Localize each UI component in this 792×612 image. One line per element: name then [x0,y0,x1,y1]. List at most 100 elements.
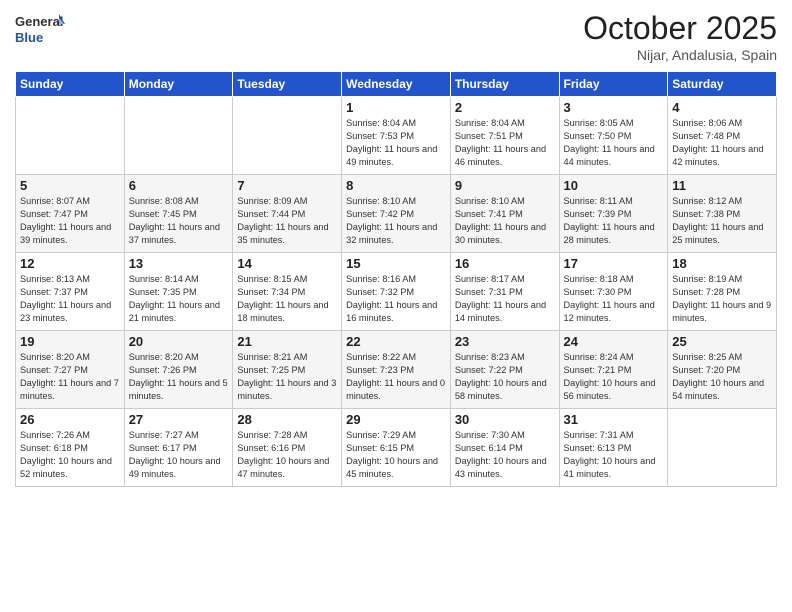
day-info-line: Sunset: 7:39 PM [564,208,664,221]
day-info-line: Sunrise: 8:15 AM [237,273,337,286]
day-number: 8 [346,178,446,193]
table-row: 23Sunrise: 8:23 AMSunset: 7:22 PMDayligh… [450,331,559,409]
day-info-line: Sunrise: 7:28 AM [237,429,337,442]
day-info-line: Sunrise: 8:05 AM [564,117,664,130]
day-info-line: Sunrise: 8:13 AM [20,273,120,286]
day-info-line: Daylight: 10 hours and 52 minutes. [20,455,120,481]
day-info: Sunrise: 8:05 AMSunset: 7:50 PMDaylight:… [564,117,664,169]
day-info-line: Daylight: 11 hours and 5 minutes. [129,377,229,403]
day-info-line: Sunset: 7:22 PM [455,364,555,377]
day-info: Sunrise: 8:11 AMSunset: 7:39 PMDaylight:… [564,195,664,247]
table-row: 17Sunrise: 8:18 AMSunset: 7:30 PMDayligh… [559,253,668,331]
table-row: 9Sunrise: 8:10 AMSunset: 7:41 PMDaylight… [450,175,559,253]
day-info: Sunrise: 8:10 AMSunset: 7:41 PMDaylight:… [455,195,555,247]
calendar-week-1: 1Sunrise: 8:04 AMSunset: 7:53 PMDaylight… [16,97,777,175]
day-number: 10 [564,178,664,193]
day-info-line: Daylight: 11 hours and 0 minutes. [346,377,446,403]
table-row: 13Sunrise: 8:14 AMSunset: 7:35 PMDayligh… [124,253,233,331]
day-info-line: Sunset: 7:42 PM [346,208,446,221]
day-info-line: Daylight: 11 hours and 46 minutes. [455,143,555,169]
day-info-line: Sunrise: 8:10 AM [455,195,555,208]
day-info-line: Sunrise: 8:08 AM [129,195,229,208]
day-info-line: Sunrise: 8:14 AM [129,273,229,286]
day-info-line: Sunrise: 7:27 AM [129,429,229,442]
table-row: 18Sunrise: 8:19 AMSunset: 7:28 PMDayligh… [668,253,777,331]
calendar-header-row: Sunday Monday Tuesday Wednesday Thursday… [16,72,777,97]
day-info-line: Sunset: 7:53 PM [346,130,446,143]
day-info: Sunrise: 8:15 AMSunset: 7:34 PMDaylight:… [237,273,337,325]
day-number: 6 [129,178,229,193]
day-number: 7 [237,178,337,193]
day-info-line: Sunset: 7:20 PM [672,364,772,377]
calendar-week-4: 19Sunrise: 8:20 AMSunset: 7:27 PMDayligh… [16,331,777,409]
day-info-line: Sunset: 7:31 PM [455,286,555,299]
day-info: Sunrise: 7:26 AMSunset: 6:18 PMDaylight:… [20,429,120,481]
day-info: Sunrise: 8:19 AMSunset: 7:28 PMDaylight:… [672,273,772,325]
table-row: 10 Sunrise: 8:11 AMSunset: 7:39 PMDayligh… [559,175,668,253]
day-info: Sunrise: 7:31 AMSunset: 6:13 PMDaylight:… [564,429,664,481]
day-info-line: Sunset: 6:16 PM [237,442,337,455]
day-info-line: Daylight: 11 hours and 32 minutes. [346,221,446,247]
day-info-line: Sunset: 7:48 PM [672,130,772,143]
day-info: Sunrise: 8:10 AMSunset: 7:42 PMDaylight:… [346,195,446,247]
day-info: Sunrise: 8:17 AMSunset: 7:31 PMDaylight:… [455,273,555,325]
day-info-line: Daylight: 11 hours and 35 minutes. [237,221,337,247]
day-info-line: Sunset: 7:44 PM [237,208,337,221]
calendar-table: Sunday Monday Tuesday Wednesday Thursday… [15,71,777,487]
header-friday: Friday [559,72,668,97]
day-number: 30 [455,412,555,427]
day-info-line: Daylight: 11 hours and 49 minutes. [346,143,446,169]
table-row: 4 Sunrise: 8:06 AMSunset: 7:48 PMDaylight… [668,97,777,175]
day-info-line: Sunset: 7:45 PM [129,208,229,221]
table-row: 29Sunrise: 7:29 AMSunset: 6:15 PMDayligh… [342,409,451,487]
day-info: Sunrise: 8:16 AMSunset: 7:32 PMDaylight:… [346,273,446,325]
table-row: 5 Sunrise: 8:07 AMSunset: 7:47 PMDaylight… [16,175,125,253]
day-number: 3 [564,100,664,115]
day-info-line: Sunset: 7:38 PM [672,208,772,221]
day-info: Sunrise: 8:07 AMSunset: 7:47 PMDaylight:… [20,195,120,247]
table-row: 16Sunrise: 8:17 AMSunset: 7:31 PMDayligh… [450,253,559,331]
logo: General Blue [15,10,65,52]
day-info-line: Sunset: 7:26 PM [129,364,229,377]
day-info-line: Daylight: 10 hours and 43 minutes. [455,455,555,481]
table-row [233,97,342,175]
day-info-line: Sunset: 6:13 PM [564,442,664,455]
day-info-line: Sunrise: 8:11 AM [564,195,664,208]
day-info-line: Daylight: 10 hours and 49 minutes. [129,455,229,481]
day-info: Sunrise: 8:25 AMSunset: 7:20 PMDaylight:… [672,351,772,403]
day-info: Sunrise: 8:12 AMSunset: 7:38 PMDaylight:… [672,195,772,247]
day-info-line: Sunset: 6:15 PM [346,442,446,455]
day-info-line: Sunrise: 8:18 AM [564,273,664,286]
title-section: October 2025 Nijar, Andalusia, Spain [583,10,777,63]
day-info: Sunrise: 8:06 AMSunset: 7:48 PMDaylight:… [672,117,772,169]
day-info-line: Daylight: 11 hours and 3 minutes. [237,377,337,403]
table-row [16,97,125,175]
day-info-line: Sunrise: 8:25 AM [672,351,772,364]
day-info-line: Sunrise: 8:16 AM [346,273,446,286]
day-info-line: Daylight: 11 hours and 37 minutes. [129,221,229,247]
day-number: 5 [20,178,120,193]
table-row: 14Sunrise: 8:15 AMSunset: 7:34 PMDayligh… [233,253,342,331]
day-number: 4 [672,100,772,115]
day-info-line: Daylight: 11 hours and 28 minutes. [564,221,664,247]
day-number: 24 [564,334,664,349]
day-info-line: Daylight: 11 hours and 42 minutes. [672,143,772,169]
day-number: 13 [129,256,229,271]
svg-text:General: General [15,14,63,29]
day-info-line: Daylight: 11 hours and 30 minutes. [455,221,555,247]
table-row: 27Sunrise: 7:27 AMSunset: 6:17 PMDayligh… [124,409,233,487]
day-info-line: Sunrise: 8:04 AM [346,117,446,130]
table-row: 6 Sunrise: 8:08 AMSunset: 7:45 PMDaylight… [124,175,233,253]
day-number: 17 [564,256,664,271]
table-row: 26Sunrise: 7:26 AMSunset: 6:18 PMDayligh… [16,409,125,487]
day-info-line: Sunrise: 8:10 AM [346,195,446,208]
day-number: 20 [129,334,229,349]
table-row [124,97,233,175]
header-tuesday: Tuesday [233,72,342,97]
day-number: 2 [455,100,555,115]
day-number: 1 [346,100,446,115]
table-row: 11Sunrise: 8:12 AMSunset: 7:38 PMDayligh… [668,175,777,253]
day-info-line: Sunrise: 8:07 AM [20,195,120,208]
day-info-line: Sunset: 7:50 PM [564,130,664,143]
day-info-line: Sunset: 7:35 PM [129,286,229,299]
